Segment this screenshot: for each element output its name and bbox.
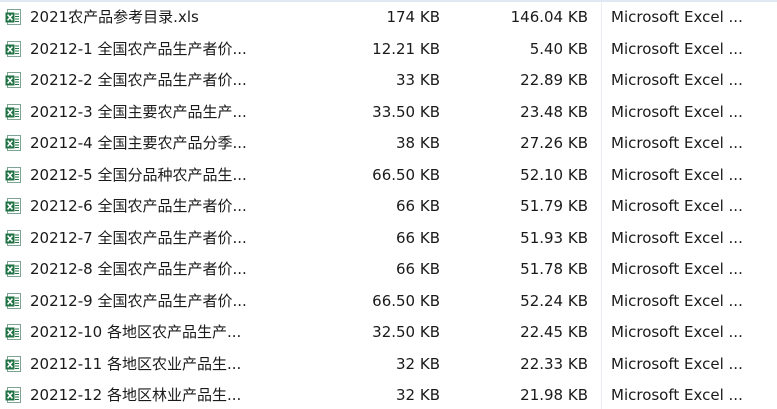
file-type: Microsoft Excel ... bbox=[611, 323, 743, 341]
file-size: 32 KB bbox=[396, 354, 440, 373]
file-type: Microsoft Excel ... bbox=[611, 71, 743, 89]
file-name-cell[interactable]: 20212-3 全国主要农产品生产... bbox=[5, 97, 295, 129]
compressed-size: 22.33 KB bbox=[520, 354, 588, 373]
file-name-cell[interactable]: 20212-11 各地区农业产品生... bbox=[5, 349, 295, 381]
compressed-size: 23.48 KB bbox=[520, 102, 588, 121]
file-row[interactable]: 20212-6 全国农产品生产者价... 66 KB 51.79 KB Micr… bbox=[0, 191, 777, 223]
file-row[interactable]: 20212-1 全国农产品生产者价... 12.21 KB 5.40 KB Mi… bbox=[0, 34, 777, 66]
excel-file-icon bbox=[5, 34, 25, 66]
file-type: Microsoft Excel ... bbox=[611, 39, 743, 58]
compressed-size: 52.24 KB bbox=[520, 291, 588, 310]
compressed-size: 51.79 KB bbox=[520, 197, 588, 215]
file-name-cell[interactable]: 20212-5 全国分品种农产品生... bbox=[5, 160, 295, 192]
compressed-size: 51.93 KB bbox=[520, 228, 588, 247]
file-size: 33.50 KB bbox=[372, 102, 440, 121]
file-size: 66.50 KB bbox=[372, 165, 440, 184]
excel-file-icon bbox=[5, 65, 25, 97]
file-size: 66 KB bbox=[396, 197, 440, 215]
file-row[interactable]: 20212-2 全国农产品生产者价... 33 KB 22.89 KB Micr… bbox=[0, 65, 777, 97]
file-type: Microsoft Excel ... bbox=[611, 102, 743, 121]
file-name: 20212-4 全国主要农产品分季... bbox=[30, 134, 247, 152]
excel-file-icon bbox=[5, 254, 25, 286]
file-name: 20212-3 全国主要农产品生产... bbox=[30, 102, 247, 121]
file-size: 66 KB bbox=[396, 228, 440, 247]
file-row[interactable]: 20212-4 全国主要农产品分季... 38 KB 27.26 KB Micr… bbox=[0, 128, 777, 160]
file-name-cell[interactable]: 20212-8 全国农产品生产者价... bbox=[5, 254, 295, 286]
file-type: Microsoft Excel ... bbox=[611, 134, 743, 152]
compressed-size: 22.89 KB bbox=[520, 71, 588, 89]
excel-file-icon bbox=[5, 380, 25, 409]
file-name-cell[interactable]: 2021农产品参考目录.xls bbox=[5, 2, 295, 34]
file-name-cell[interactable]: 20212-2 全国农产品生产者价... bbox=[5, 65, 295, 97]
file-name-cell[interactable]: 20212-4 全国主要农产品分季... bbox=[5, 128, 295, 160]
file-size: 33 KB bbox=[396, 71, 440, 89]
file-name-cell[interactable]: 20212-9 全国农产品生产者价... bbox=[5, 286, 295, 318]
file-name: 20212-8 全国农产品生产者价... bbox=[30, 260, 247, 278]
file-name-cell[interactable]: 20212-12 各地区林业产品生... bbox=[5, 380, 295, 409]
file-type: Microsoft Excel ... bbox=[611, 354, 743, 373]
file-name: 20212-9 全国农产品生产者价... bbox=[30, 291, 247, 310]
file-size: 32.50 KB bbox=[372, 323, 440, 341]
file-row[interactable]: 20212-7 全国农产品生产者价... 66 KB 51.93 KB Micr… bbox=[0, 223, 777, 255]
file-name: 20212-11 各地区农业产品生... bbox=[30, 354, 242, 373]
excel-file-icon bbox=[5, 97, 25, 129]
file-row[interactable]: 20212-5 全国分品种农产品生... 66.50 KB 52.10 KB M… bbox=[0, 160, 777, 192]
file-name: 20212-7 全国农产品生产者价... bbox=[30, 228, 247, 247]
excel-file-icon bbox=[5, 2, 25, 34]
file-list: 2021农产品参考目录.xls 174 KB 146.04 KB Microso… bbox=[0, 0, 777, 409]
file-name: 20212-1 全国农产品生产者价... bbox=[30, 39, 247, 58]
excel-file-icon bbox=[5, 191, 25, 223]
excel-file-icon bbox=[5, 349, 25, 381]
file-size: 66.50 KB bbox=[372, 291, 440, 310]
compressed-size: 5.40 KB bbox=[529, 39, 588, 58]
file-row[interactable]: 20212-9 全国农产品生产者价... 66.50 KB 52.24 KB M… bbox=[0, 286, 777, 318]
excel-file-icon bbox=[5, 160, 25, 192]
compressed-size: 51.78 KB bbox=[520, 260, 588, 278]
file-name-cell[interactable]: 20212-6 全国农产品生产者价... bbox=[5, 191, 295, 223]
file-name-cell[interactable]: 20212-1 全国农产品生产者价... bbox=[5, 34, 295, 66]
excel-file-icon bbox=[5, 286, 25, 318]
file-row[interactable]: 20212-10 各地区农产品生产... 32.50 KB 22.45 KB M… bbox=[0, 317, 777, 349]
compressed-size: 146.04 KB bbox=[510, 8, 588, 26]
file-name-cell[interactable]: 20212-10 各地区农产品生产... bbox=[5, 317, 295, 349]
file-size: 66 KB bbox=[396, 260, 440, 278]
file-size: 32 KB bbox=[396, 386, 440, 404]
file-type: Microsoft Excel ... bbox=[611, 197, 743, 215]
file-type: Microsoft Excel ... bbox=[611, 8, 743, 26]
excel-file-icon bbox=[5, 317, 25, 349]
file-type: Microsoft Excel ... bbox=[611, 165, 743, 184]
file-row[interactable]: 20212-11 各地区农业产品生... 32 KB 22.33 KB Micr… bbox=[0, 349, 777, 381]
file-name: 20212-6 全国农产品生产者价... bbox=[30, 197, 247, 215]
file-name: 20212-12 各地区林业产品生... bbox=[30, 386, 242, 404]
file-row[interactable]: 20212-3 全国主要农产品生产... 33.50 KB 23.48 KB M… bbox=[0, 97, 777, 129]
file-type: Microsoft Excel ... bbox=[611, 386, 743, 404]
file-name: 20212-5 全国分品种农产品生... bbox=[30, 165, 247, 184]
file-type: Microsoft Excel ... bbox=[611, 260, 743, 278]
file-name: 20212-10 各地区农产品生产... bbox=[30, 323, 242, 341]
excel-file-icon bbox=[5, 128, 25, 160]
file-size: 38 KB bbox=[396, 134, 440, 152]
file-size: 12.21 KB bbox=[372, 39, 440, 58]
excel-file-icon bbox=[5, 223, 25, 255]
file-row[interactable]: 2021农产品参考目录.xls 174 KB 146.04 KB Microso… bbox=[0, 2, 777, 34]
file-type: Microsoft Excel ... bbox=[611, 291, 743, 310]
file-name: 2021农产品参考目录.xls bbox=[30, 8, 199, 26]
compressed-size: 22.45 KB bbox=[520, 323, 588, 341]
file-name: 20212-2 全国农产品生产者价... bbox=[30, 71, 247, 89]
file-type: Microsoft Excel ... bbox=[611, 228, 743, 247]
file-name-cell[interactable]: 20212-7 全国农产品生产者价... bbox=[5, 223, 295, 255]
file-row[interactable]: 20212-8 全国农产品生产者价... 66 KB 51.78 KB Micr… bbox=[0, 254, 777, 286]
compressed-size: 52.10 KB bbox=[520, 165, 588, 184]
compressed-size: 27.26 KB bbox=[520, 134, 588, 152]
file-size: 174 KB bbox=[386, 8, 440, 26]
file-row[interactable]: 20212-12 各地区林业产品生... 32 KB 21.98 KB Micr… bbox=[0, 380, 777, 409]
compressed-size: 21.98 KB bbox=[520, 386, 588, 404]
